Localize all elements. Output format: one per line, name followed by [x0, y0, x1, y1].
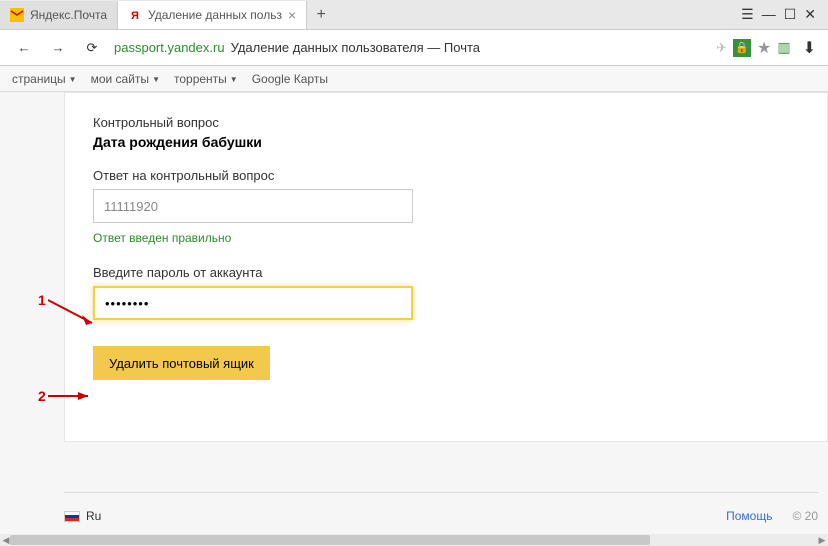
reload-button[interactable]: ⟳ — [80, 36, 104, 60]
password-label: Введите пароль от аккаунта — [93, 265, 799, 280]
password-input[interactable] — [93, 286, 413, 320]
annotation-2: 2 — [38, 388, 46, 404]
maximize-button[interactable]: ☐ — [784, 6, 797, 23]
address-bar[interactable]: passport.yandex.ru Удаление данных польз… — [114, 40, 706, 55]
tab-yandex-mail[interactable]: Яндекс.Почта — [0, 1, 118, 29]
close-tab-icon[interactable]: × — [288, 7, 296, 23]
send-icon[interactable]: ✈ — [716, 40, 727, 56]
annotation-1: 1 — [38, 292, 46, 308]
help-link[interactable]: Помощь — [726, 509, 772, 523]
security-question-text: Дата рождения бабушки — [93, 134, 799, 150]
yandex-icon: Я — [128, 8, 142, 22]
bookmark-gmaps[interactable]: Google Карты — [252, 72, 328, 86]
menu-icon[interactable]: ☰ — [741, 6, 754, 23]
bookmark-star-icon[interactable]: ★ — [757, 38, 771, 58]
delete-mailbox-panel: Контрольный вопрос Дата рождения бабушки… — [64, 92, 828, 442]
bookmark-mysites[interactable]: мои сайты▼ — [91, 72, 160, 86]
address-actions: ✈ 🔒 ★ ▥ ⬇ — [716, 38, 816, 58]
scrollbar-thumb[interactable] — [10, 535, 650, 545]
bookmarks-bar: страницы▼ мои сайты▼ торренты▼ Google Ка… — [0, 66, 828, 92]
scroll-right-icon[interactable]: ▶ — [816, 534, 828, 546]
tab-label: Яндекс.Почта — [30, 8, 107, 22]
back-button[interactable]: ← — [12, 36, 36, 60]
copyright: © 20 — [792, 509, 818, 523]
new-tab-button[interactable]: + — [307, 1, 335, 29]
svg-text:Я: Я — [131, 10, 139, 22]
yandex-mail-icon — [10, 8, 24, 22]
shield-icon[interactable]: ▥ — [777, 39, 790, 56]
url-domain: passport.yandex.ru — [114, 40, 225, 55]
nav-bar: ← → ⟳ passport.yandex.ru Удаление данных… — [0, 30, 828, 66]
page-footer: Ru Помощь © 20 — [64, 492, 818, 523]
ru-flag-icon — [64, 511, 80, 522]
answer-success-message: Ответ введен правильно — [93, 231, 799, 245]
page-title: Удаление данных пользователя — Почта — [231, 40, 480, 55]
tab-strip: Яндекс.Почта Я Удаление данных польз × +… — [0, 0, 828, 30]
security-question-label: Контрольный вопрос — [93, 115, 799, 130]
delete-mailbox-button[interactable]: Удалить почтовый ящик — [93, 346, 270, 380]
language-label[interactable]: Ru — [86, 509, 101, 523]
forward-button[interactable]: → — [46, 36, 70, 60]
close-window-button[interactable]: ✕ — [804, 6, 816, 23]
answer-label: Ответ на контрольный вопрос — [93, 168, 799, 183]
bookmark-torrents[interactable]: торренты▼ — [174, 72, 238, 86]
download-icon[interactable]: ⬇ — [803, 38, 816, 58]
horizontal-scrollbar[interactable]: ◀ ▶ — [0, 534, 828, 546]
minimize-button[interactable]: — — [762, 6, 776, 23]
bookmark-pages[interactable]: страницы▼ — [12, 72, 77, 86]
lock-icon[interactable]: 🔒 — [733, 39, 751, 57]
page-content: Контрольный вопрос Дата рождения бабушки… — [0, 92, 828, 534]
tab-label: Удаление данных польз — [148, 8, 282, 22]
window-controls: ☰ — ☐ ✕ — [741, 6, 828, 23]
tab-delete-data[interactable]: Я Удаление данных польз × — [118, 1, 307, 29]
answer-input[interactable] — [93, 189, 413, 223]
